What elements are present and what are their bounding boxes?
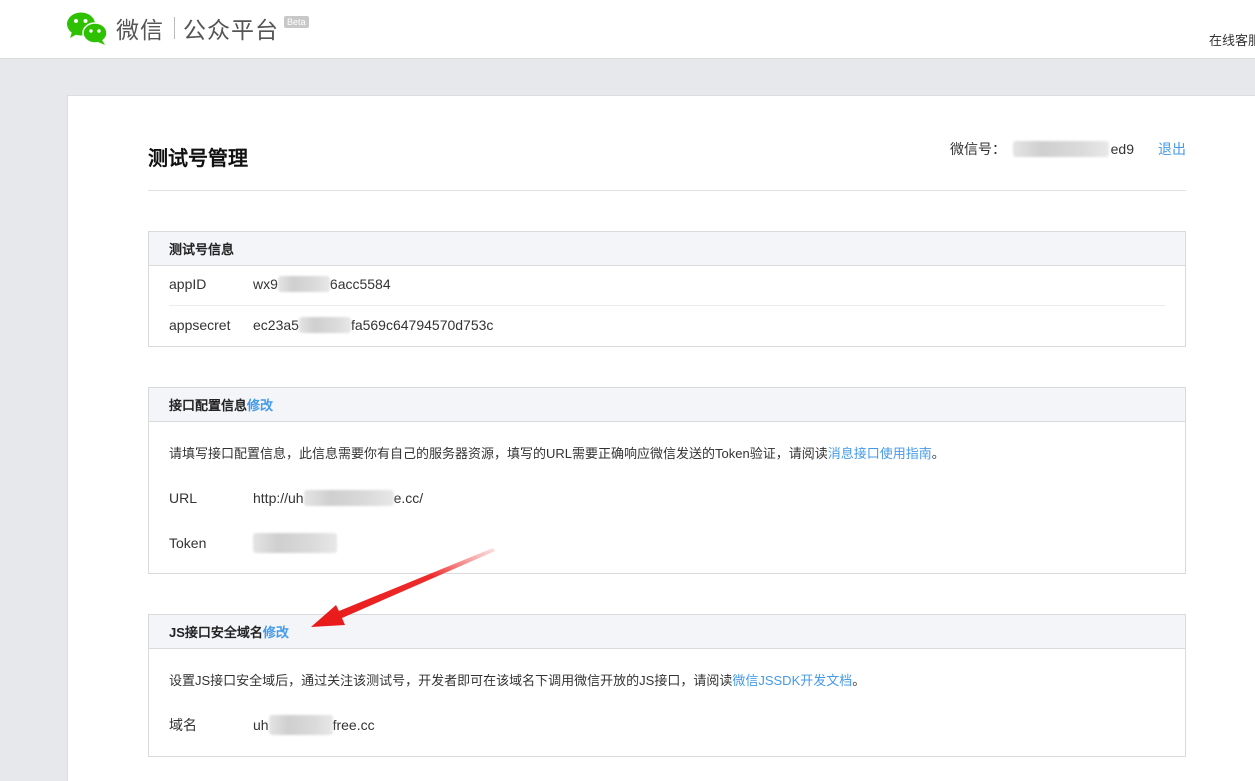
domain-row: 域名 uh free.cc [169,715,375,735]
section-header: 接口配置信息 修改 [149,388,1185,422]
message-api-guide-link[interactable]: 消息接口使用指南 [828,446,932,461]
token-label: Token [169,535,207,551]
online-service-link[interactable]: 在线客服 [1209,30,1255,49]
title-divider [148,190,1186,191]
domain-prefix: uh [253,717,269,733]
appid-value: wx9 6acc5584 [253,276,391,292]
product-name: 公众平台 [183,18,279,44]
appsecret-suffix: fa569c64794570d753c [350,317,494,333]
page-title: 测试号管理 [148,148,248,170]
logo-divider [174,17,175,39]
interface-config-description: 请填写接口配置信息，此信息需要你有自己的服务器资源，填写的URL需要正确响应微信… [169,443,945,462]
js-domain-description: 设置JS接口安全域后，通过关注该测试号，开发者即可在该域名下调用微信开放的JS接… [169,670,865,689]
wechat-logo[interactable]: 微信 公众平台 Beta [66,10,309,46]
account-value-suffix: ed9 [1110,141,1134,157]
wechat-icon [67,12,108,45]
interface-config-section: 接口配置信息 修改 请填写接口配置信息，此信息需要你有自己的服务器资源，填写的U… [148,387,1186,574]
appid-row: appID wx9 6acc5584 [169,274,391,294]
beta-badge: Beta [284,16,309,28]
url-prefix: http://uh [253,490,304,506]
redacted-blur [303,490,394,506]
domain-suffix: free.cc [332,717,375,733]
edit-interface-config-link[interactable]: 修改 [247,395,273,414]
edit-js-domain-link[interactable]: 修改 [263,622,289,641]
logout-link[interactable]: 退出 [1158,139,1186,159]
section-header: 测试号信息 [149,232,1185,266]
appid-suffix: 6acc5584 [329,276,391,292]
main-panel: 测试号管理 微信号： ed9 退出 测试号信息 appID wx9 6acc55… [67,95,1255,781]
desc-text: 设置JS接口安全域后，通过关注该测试号，开发者即可在该域名下调用微信开放的JS接… [169,673,733,688]
appsecret-prefix: ec23a5 [253,317,299,333]
redacted-blur [277,276,330,292]
redacted-blur [268,715,333,735]
brand-name: 微信 [116,18,164,44]
appid-label: appID [169,276,207,292]
row-divider [169,305,1165,306]
url-row: URL http://uh e.cc/ [169,488,423,508]
url-suffix: e.cc/ [393,490,424,506]
js-security-domain-section: JS接口安全域名 修改 设置JS接口安全域后，通过关注该测试号，开发者即可在该域… [148,614,1186,757]
section-header: JS接口安全域名 修改 [149,615,1185,649]
appsecret-value: ec23a5 fa569c64794570d753c [253,317,493,333]
domain-label: 域名 [169,717,197,733]
appid-prefix: wx9 [253,276,278,292]
section-title: 接口配置信息 [169,398,248,413]
appsecret-label: appsecret [169,317,231,333]
top-header: 微信 公众平台 Beta 在线客服 [0,0,1255,59]
domain-value: uh free.cc [253,715,375,735]
account-value: ed9 [1008,139,1134,159]
token-value [253,533,337,553]
url-value: http://uh e.cc/ [253,490,423,506]
account-label: 微信号： [950,141,1006,157]
token-row: Token [169,533,337,553]
url-label: URL [169,490,198,506]
test-account-info-section: 测试号信息 appID wx9 6acc5584 appsecret ec23a… [148,231,1186,347]
desc-end: 。 [931,446,945,461]
desc-end: 。 [852,673,866,688]
section-title: JS接口安全域名 [169,625,263,640]
jssdk-docs-link[interactable]: 微信JSSDK开发文档 [732,673,852,688]
redacted-blur [253,533,337,553]
appsecret-row: appsecret ec23a5 fa569c64794570d753c [169,315,493,335]
redacted-blur [1012,141,1109,157]
section-title: 测试号信息 [169,242,235,257]
redacted-blur [298,317,351,333]
desc-text: 请填写接口配置信息，此信息需要你有自己的服务器资源，填写的URL需要正确响应微信… [169,446,828,461]
